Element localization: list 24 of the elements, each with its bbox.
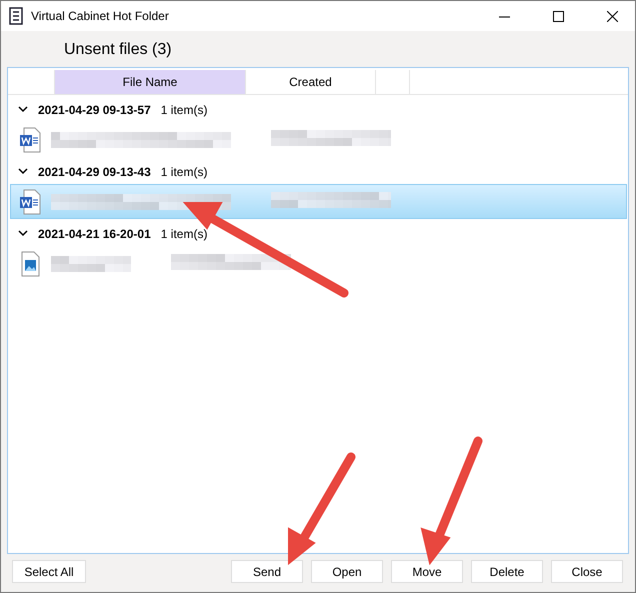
dialog-button[interactable]: Open xyxy=(311,560,383,583)
chevron-icon[interactable] xyxy=(18,230,28,237)
column-header[interactable]: File Name xyxy=(55,70,246,94)
image-file-icon xyxy=(19,250,41,276)
group-date: 2021-04-21 16-20-01 xyxy=(38,226,151,240)
word-document-icon xyxy=(19,126,41,152)
chevron-icon[interactable] xyxy=(18,106,28,113)
dialog-button[interactable]: Select All xyxy=(12,560,86,583)
dialog-button[interactable]: Close xyxy=(551,560,623,583)
word-document-icon xyxy=(19,188,41,214)
window-title: Virtual Cabinet Hot Folder xyxy=(31,9,170,23)
dialog-button[interactable]: Send xyxy=(231,560,303,583)
item-count: 1 item(s) xyxy=(160,102,208,116)
file-row[interactable] xyxy=(10,184,627,219)
group-date: 2021-04-29 09-13-57 xyxy=(38,102,151,116)
dialog-button[interactable]: Delete xyxy=(471,560,543,583)
heading: Unsent files (3) xyxy=(64,41,173,59)
item-count: 1 item(s) xyxy=(160,164,208,178)
chevron-icon[interactable] xyxy=(18,168,28,175)
item-count: 1 item(s) xyxy=(160,226,208,240)
group-date: 2021-04-29 09-13-43 xyxy=(38,164,151,178)
column-header[interactable]: Created xyxy=(246,70,376,94)
cabinet-icon xyxy=(9,7,23,25)
dialog-button[interactable]: Move xyxy=(391,560,463,583)
